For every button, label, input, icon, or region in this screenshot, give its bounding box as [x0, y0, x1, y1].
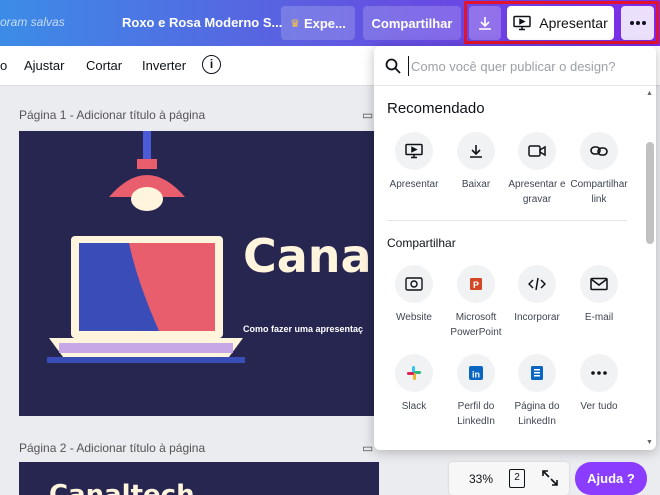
info-icon[interactable]: i — [202, 55, 221, 74]
option-label: E-mail — [584, 312, 614, 323]
camera-icon — [528, 145, 546, 157]
option-label: Ver tudo — [580, 401, 618, 412]
scroll-thumb[interactable] — [646, 142, 654, 244]
recommended-title: Recomendado — [387, 100, 485, 117]
slide-2-title: Canaltech — [49, 480, 195, 495]
present-icon — [405, 143, 423, 159]
option-label: Apresentar e gravar — [508, 179, 566, 205]
option-compartilhar-link[interactable]: Compartilhar link — [567, 132, 631, 207]
share-title: Compartilhar — [387, 236, 456, 250]
slide-2[interactable]: Canaltech — [19, 462, 379, 495]
linkedin-page-icon — [531, 366, 543, 380]
section-divider — [387, 220, 627, 221]
share-label: Compartilhar — [371, 15, 453, 31]
option-label: Página do LinkedIn — [514, 401, 560, 427]
share-button[interactable]: Compartilhar — [363, 6, 461, 40]
slack-icon — [407, 366, 421, 380]
scroll-down-icon[interactable]: ▼ — [646, 439, 653, 446]
option-baixar[interactable]: Baixar — [444, 132, 508, 192]
slide-1[interactable]: Cana Como fazer uma apresentaç — [19, 131, 379, 416]
publish-panel: Recomendado Apresentar Baixar Apresentar… — [374, 46, 656, 450]
slide-1-subtitle: Como fazer uma apresentaç — [243, 324, 364, 334]
option-website[interactable]: Website — [382, 265, 446, 325]
option-linkedin-pagina[interactable]: Página do LinkedIn — [505, 354, 569, 429]
slide-1-title: Cana — [243, 229, 372, 283]
option-apresentar-gravar[interactable]: Apresentar e gravar — [505, 132, 569, 207]
expe-label: Expe... — [303, 15, 346, 31]
more-icon — [591, 371, 607, 375]
toolbar-item-inverter[interactable]: Inverter — [142, 58, 186, 73]
toolbar-item-partial[interactable]: o — [0, 58, 7, 73]
help-button[interactable]: Ajuda ? — [575, 462, 647, 495]
option-label: Slack — [401, 401, 427, 412]
option-label: Compartilhar link — [570, 179, 628, 205]
option-incorporar[interactable]: Incorporar — [505, 265, 569, 325]
expe-button[interactable]: ♛ Expe... — [281, 6, 355, 40]
option-label: Apresentar — [389, 179, 439, 190]
link-icon — [590, 146, 608, 156]
svg-text:in: in — [472, 370, 480, 380]
option-apresentar[interactable]: Apresentar — [382, 132, 446, 192]
powerpoint-icon: P — [470, 278, 482, 290]
crown-icon: ♛ — [290, 17, 300, 30]
toolbar-item-ajustar[interactable]: Ajustar — [24, 58, 64, 73]
option-label: Website — [396, 312, 432, 323]
email-icon — [590, 277, 608, 291]
embed-icon — [528, 277, 546, 291]
website-icon — [405, 277, 423, 291]
top-bar: oram salvas Roxo e Rosa Moderno S... ♛ E… — [0, 0, 660, 46]
page1-label[interactable]: Página 1 - Adicionar título à página — [19, 108, 205, 122]
linkedin-icon: in — [469, 366, 483, 380]
option-slack[interactable]: Slack — [382, 354, 446, 414]
page2-label[interactable]: Página 2 - Adicionar título à página — [19, 441, 205, 455]
toolbar-item-cortar[interactable]: Cortar — [86, 58, 122, 73]
pages-icon[interactable]: 2 — [509, 469, 525, 488]
option-powerpoint[interactable]: P Microsoft PowerPoint — [444, 265, 508, 340]
option-label: Microsoft PowerPoint — [450, 312, 502, 338]
page-note-icon-2[interactable]: ▭ — [362, 441, 373, 455]
option-label: Incorporar — [514, 312, 560, 323]
document-title[interactable]: Roxo e Rosa Moderno S... — [122, 15, 282, 30]
panel-scrollbar[interactable]: ▲ ▼ — [644, 90, 654, 446]
save-status: oram salvas — [0, 15, 65, 29]
option-label: Baixar — [461, 179, 491, 190]
download-icon — [470, 145, 482, 158]
option-email[interactable]: E-mail — [567, 265, 631, 325]
scroll-up-icon[interactable]: ▲ — [646, 90, 653, 97]
search-input[interactable] — [408, 56, 638, 76]
zoom-level[interactable]: 33% — [469, 472, 493, 486]
option-label: Perfil do LinkedIn — [457, 401, 495, 427]
page-note-icon[interactable]: ▭ — [362, 108, 373, 122]
zoom-controls: 33% 2 — [449, 462, 569, 495]
highlight-box — [464, 1, 659, 44]
option-linkedin-perfil[interactable]: in Perfil do LinkedIn — [444, 354, 508, 429]
svg-text:P: P — [473, 280, 479, 290]
fullscreen-icon[interactable] — [541, 469, 559, 487]
search-icon — [385, 58, 401, 74]
option-ver-tudo[interactable]: Ver tudo — [567, 354, 631, 414]
search-row — [374, 46, 656, 86]
